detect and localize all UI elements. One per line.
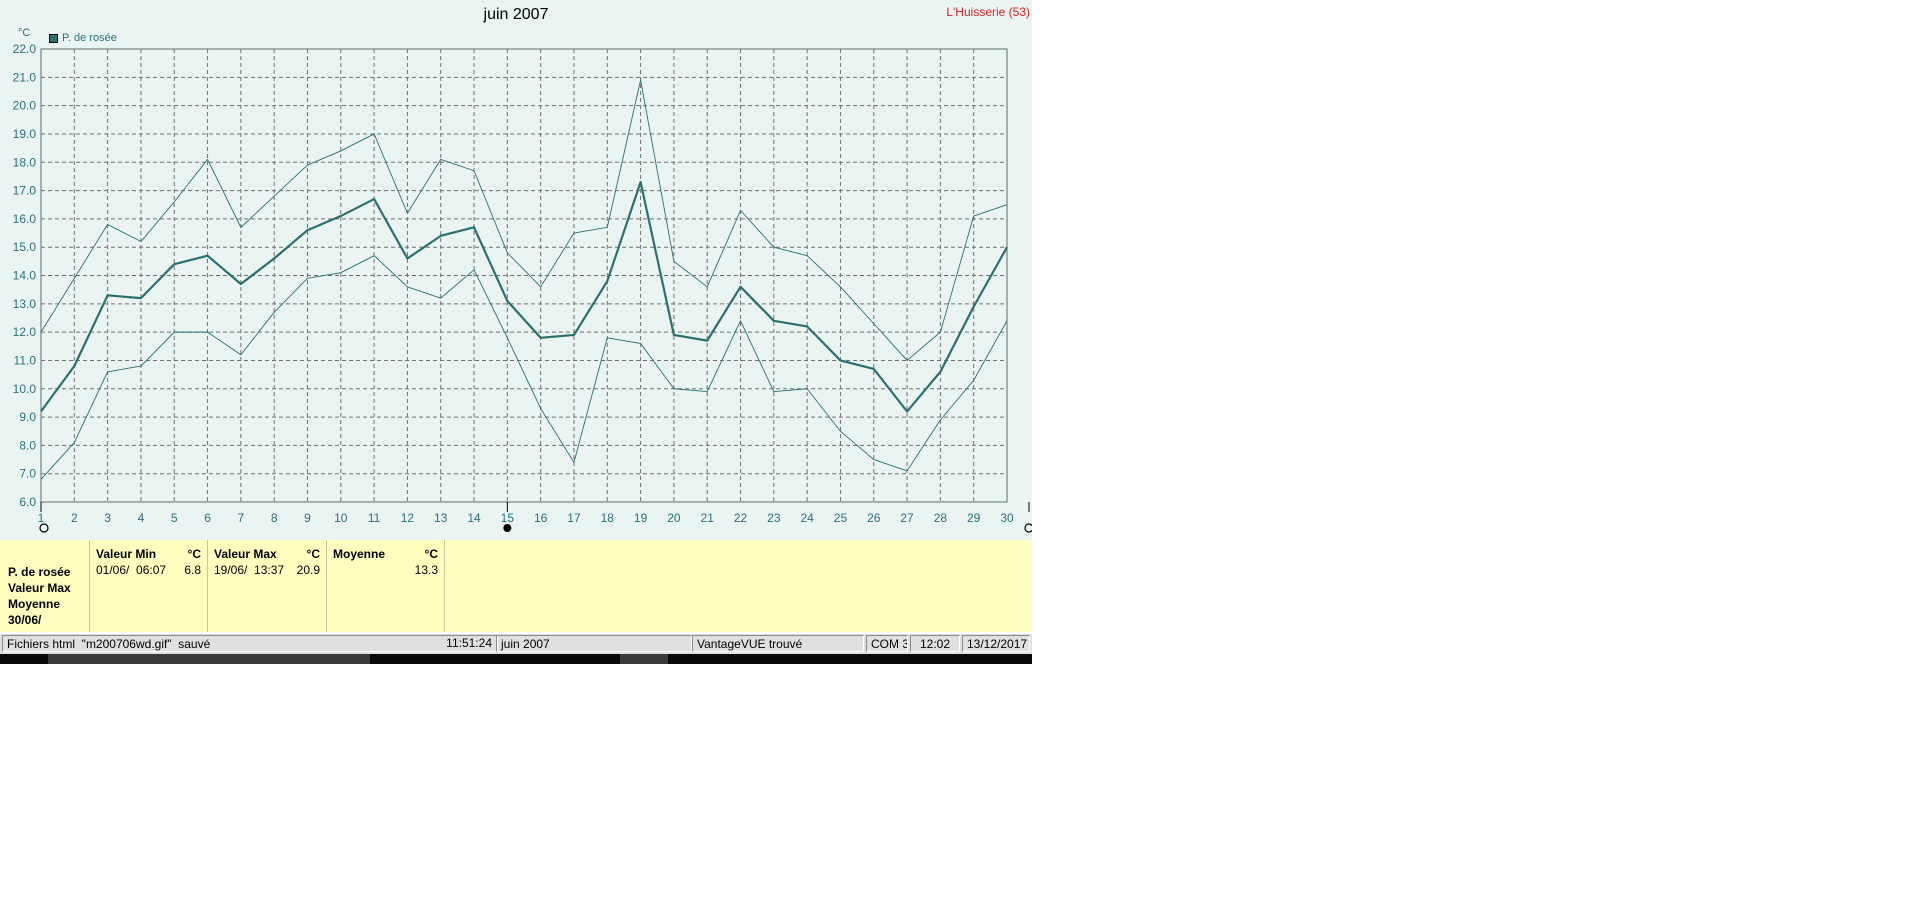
- stats-legend-line: 30/06/: [8, 613, 42, 627]
- dew-point-chart: 6.0 7.0 8.0 9.0 10.0 11.0 12.0 13.0 14.0 15.0 16.0…: [13, 42, 1032, 533]
- series-line-mean: [40, 180, 1008, 413]
- stats-min-datetime: 01/06/ 06:07: [96, 563, 167, 577]
- x-tick-label: 22: [734, 511, 748, 525]
- statistics-panel: P. de rosée Valeur Max Moyenne 30/06/ Va…: [0, 540, 1032, 632]
- stats-max-datetime: 19/06/ 13:37: [214, 563, 285, 577]
- x-tick-label: 25: [834, 511, 848, 525]
- y-tick-label: 21.0: [13, 70, 37, 84]
- stats-max-label: Valeur Max: [214, 547, 277, 561]
- x-tick-label: 21: [701, 511, 715, 525]
- stats-max-unit: °C: [306, 547, 320, 561]
- status-bar: Fichiers html "m200706wd.gif" sauvé 11:5…: [0, 634, 1032, 654]
- stats-legend-line: Valeur Max: [8, 581, 71, 595]
- x-tick-label: 26: [867, 511, 881, 525]
- y-tick-label: 14.0: [13, 269, 37, 283]
- stats-avg-label: Moyenne: [333, 547, 386, 561]
- stats-max-value: 20.9: [296, 563, 320, 577]
- x-tick-label: 23: [767, 511, 781, 525]
- stats-min-unit: °C: [187, 547, 201, 561]
- y-tick-label: 18.0: [13, 155, 37, 169]
- y-tick-label: 20.0: [13, 99, 37, 113]
- moon-phase-new-icon: [39, 523, 49, 533]
- x-tick-label: 3: [104, 511, 111, 525]
- status-period: juin 2007: [496, 635, 692, 652]
- stats-max-column: Valeur Max °C 19/06/ 13:37 20.9: [208, 540, 327, 632]
- x-tick-label: 29: [967, 511, 981, 525]
- x-tick-label: 4: [138, 511, 145, 525]
- stats-legend-line: Moyenne: [8, 597, 61, 611]
- y-tick-label: 16.0: [13, 212, 37, 226]
- y-tick-label: 19.0: [13, 127, 37, 141]
- y-tick-label: 8.0: [19, 438, 36, 452]
- x-tick-label: 10: [334, 511, 348, 525]
- x-tick-label: 13: [434, 511, 448, 525]
- x-tick-label: 2: [71, 511, 78, 525]
- stats-legend: P. de rosée Valeur Max Moyenne 30/06/: [0, 540, 90, 632]
- y-tick-label: 12.0: [13, 325, 37, 339]
- stats-min-column: Valeur Min °C 01/06/ 06:07 6.8: [90, 540, 208, 632]
- x-tick-label: 15: [501, 511, 515, 525]
- stats-min-value: 6.8: [184, 563, 201, 577]
- x-tick-label: 8: [271, 511, 278, 525]
- x-tick-label: 18: [601, 511, 615, 525]
- y-tick-label: 9.0: [19, 410, 36, 424]
- y-tick-label: 22.0: [13, 42, 37, 56]
- x-tick-label: 17: [567, 511, 581, 525]
- stats-avg-column: Moyenne °C 13.3: [327, 540, 445, 632]
- x-tick-label: 12: [401, 511, 415, 525]
- status-date: 13/12/2017: [962, 635, 1030, 652]
- x-tick-label: 24: [800, 511, 814, 525]
- x-tick-label: 20: [667, 511, 681, 525]
- stats-avg-unit: °C: [424, 547, 438, 561]
- taskbar-segment: [48, 654, 370, 664]
- y-tick-label: 10.0: [13, 382, 37, 396]
- x-tick-label: 1: [38, 511, 45, 525]
- status-station: VantageVUE trouvé: [692, 635, 864, 652]
- moon-phase-full-icon: [503, 524, 512, 532]
- y-tick-label: 13.0: [13, 297, 37, 311]
- stats-avg-value: 13.3: [414, 563, 438, 577]
- x-tick-label: 7: [238, 511, 245, 525]
- stats-legend-line: P. de rosée: [8, 565, 71, 579]
- status-message-text: Fichiers html "m200706wd.gif" sauvé: [7, 637, 211, 651]
- x-tick-label: 28: [934, 511, 948, 525]
- taskbar-strip: [0, 654, 1032, 664]
- status-com-port: COM 3: [866, 635, 908, 652]
- status-clock: 12:02: [910, 635, 960, 652]
- x-tick-label: 6: [204, 511, 211, 525]
- x-tick-label: 11: [368, 511, 381, 525]
- taskbar-segment: [620, 654, 668, 664]
- y-tick-label: 15.0: [13, 240, 37, 254]
- y-tick-label: 7.0: [19, 467, 36, 481]
- x-tick-label: 14: [467, 511, 481, 525]
- moon-phase-new-icon: [1024, 523, 1032, 533]
- y-tick-label: 6.0: [19, 495, 36, 509]
- x-tick-label: 9: [304, 511, 311, 525]
- y-tick-label: 11.0: [14, 353, 37, 367]
- status-message: Fichiers html "m200706wd.gif" sauvé: [2, 635, 498, 652]
- y-tick-label: 17.0: [13, 184, 37, 198]
- weather-app-window: juin 2007 L'Huisserie (53) °C P. de rosé…: [0, 0, 1032, 664]
- x-tick-label: 5: [171, 511, 178, 525]
- stats-min-label: Valeur Min: [96, 547, 157, 561]
- chart-area: juin 2007 L'Huisserie (53) °C P. de rosé…: [0, 0, 1032, 540]
- status-time-saved: 11:51:24: [446, 636, 492, 650]
- x-tick-label: 16: [534, 511, 548, 525]
- x-tick-label: 19: [634, 511, 648, 525]
- x-tick-label: 30: [1000, 511, 1014, 525]
- x-tick-label: 27: [900, 511, 914, 525]
